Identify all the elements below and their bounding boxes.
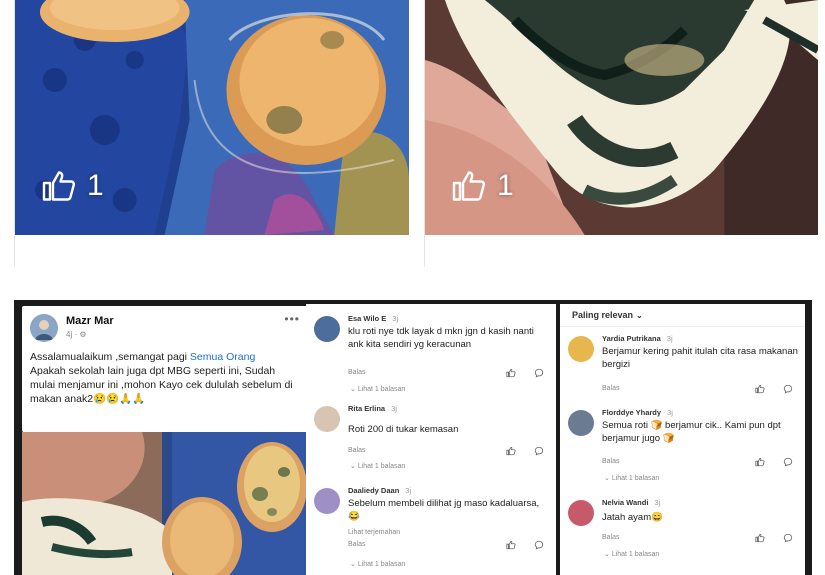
like-icon[interactable] <box>755 457 765 467</box>
comment-text: Berjamur kering pahit itulah cita rasa m… <box>602 346 798 370</box>
divider <box>560 326 805 327</box>
photo-card-right-footer <box>424 235 818 267</box>
comment-time: 3j <box>392 314 399 323</box>
sort-dropdown[interactable]: Paling relevan ⌄ <box>572 310 643 320</box>
comments-panel-relevant: Paling relevan ⌄ Yardia Putrikana 3j Berja… <box>560 304 805 575</box>
like-count: 1 <box>87 169 104 202</box>
post-text-line2: Apakah sekolah lain juga dpt MBG seperti… <box>30 365 293 405</box>
comment-author[interactable]: Rita Erlina 3j <box>348 404 397 413</box>
more-options-icon[interactable]: ••• <box>284 312 300 326</box>
reply-button[interactable]: Balas <box>602 458 620 465</box>
comment-author[interactable]: Nelvia Wandi 3j <box>602 498 660 507</box>
comment-time: 3j <box>654 498 661 507</box>
post-author[interactable]: Mazr Mar <box>66 315 114 327</box>
reply-button[interactable]: Balas <box>348 541 366 548</box>
comment-text: Sebelum membeli dilihat jg maso kadaluar… <box>348 498 540 522</box>
reply-button[interactable]: Balas <box>348 447 366 454</box>
like-icon[interactable] <box>755 533 765 543</box>
reply-button[interactable]: Balas <box>602 385 620 392</box>
photo-card-left-footer <box>14 235 409 267</box>
avatar[interactable] <box>30 314 58 342</box>
post-text-line1: Assalamualaikum ,semangat pagi <box>30 351 187 363</box>
comment-item: Yardia Putrikana 3j Berjamur kering pahit… <box>560 330 805 400</box>
like-icon[interactable] <box>755 384 765 394</box>
comment-item: Florddye Yhardy 3j Semua roti 🍞 berjamur … <box>560 404 805 486</box>
reply-button[interactable]: Balas <box>348 369 366 376</box>
like-icon[interactable] <box>506 446 516 456</box>
comment-author[interactable]: Esa Wilo E 3j <box>348 314 398 323</box>
view-replies-link[interactable]: ⌄ Lihat 1 balasan <box>604 550 659 558</box>
comment-item: Nelvia Wandi 3j Jatah ayam😄 Balas ⌄ Lihat… <box>560 494 805 575</box>
view-replies-link[interactable]: ⌄ Lihat 1 balasan <box>604 474 659 482</box>
chevron-down-icon: ⌄ <box>636 311 643 320</box>
post-card: Mazr Mar 4j · ⚙ ••• Assalamualaikum ,sem… <box>22 306 308 432</box>
like-icon[interactable] <box>506 368 516 378</box>
comment-time: 3j <box>666 334 673 343</box>
comments-panel: Esa Wilo E 3j klu roti nye tdk layak d mk… <box>306 304 556 575</box>
comment-icon[interactable] <box>783 384 793 394</box>
post-bread-photo <box>22 432 308 575</box>
avatar[interactable] <box>568 410 594 436</box>
avatar[interactable] <box>314 488 340 514</box>
comment-icon[interactable] <box>534 540 544 550</box>
comment-time: 3j <box>405 486 412 495</box>
comment-icon[interactable] <box>783 457 793 467</box>
view-replies-link[interactable]: ⌄ Lihat 1 balasan <box>350 462 405 470</box>
comment-item: Rita Erlina 3j Roti 200 di tukar kemasan … <box>306 402 556 480</box>
comment-icon[interactable] <box>783 533 793 543</box>
comment-author[interactable]: Florddye Yhardy 3j <box>602 408 673 417</box>
thumbs-up-icon <box>452 171 486 201</box>
comment-icon[interactable] <box>534 446 544 456</box>
comment-time: 3j <box>391 404 397 413</box>
avatar[interactable] <box>314 316 340 342</box>
comment-author[interactable]: Daaliedy Daan 3j <box>348 486 411 495</box>
mention-link[interactable]: Semua Orang <box>190 351 255 363</box>
view-replies-link[interactable]: ⌄ Lihat 1 balasan <box>350 385 405 393</box>
comment-text: Roti 200 di tukar kemasan <box>348 424 459 435</box>
avatar-image <box>30 314 58 342</box>
avatar[interactable] <box>314 406 340 432</box>
avatar[interactable] <box>568 500 594 526</box>
photo-card-left[interactable]: 1 <box>14 0 409 235</box>
comment-item: Daaliedy Daan 3j Sebelum membeli dilihat … <box>306 484 556 575</box>
comment-text: Semua roti 🍞 berjamur cik.. Kami pun dpt… <box>602 420 781 444</box>
like-icon[interactable] <box>506 540 516 550</box>
post-time: 4j · ⚙ <box>66 330 87 339</box>
like-badge-left[interactable]: 1 <box>41 168 104 204</box>
photo-card-right[interactable]: 1 <box>424 0 818 235</box>
view-replies-link[interactable]: ⌄ Lihat 1 balasan <box>350 560 405 568</box>
comment-text: klu roti nye tdk layak d mkn jgn d kasih… <box>348 326 534 350</box>
thumbs-up-icon <box>42 171 76 201</box>
reply-button[interactable]: Balas <box>602 534 620 541</box>
comment-icon[interactable] <box>534 368 544 378</box>
comment-item: Esa Wilo E 3j klu roti nye tdk layak d mk… <box>306 312 556 402</box>
screenshot-collage: Mazr Mar 4j · ⚙ ••• Assalamualaikum ,sem… <box>14 300 812 575</box>
like-count: 1 <box>497 169 514 202</box>
translate-link[interactable]: Lihat terjemahan <box>348 529 400 536</box>
like-badge-right[interactable]: 1 <box>451 168 514 204</box>
comment-author[interactable]: Yardia Putrikana 3j <box>602 334 673 343</box>
comment-text: Jatah ayam😄 <box>602 512 663 523</box>
comment-time: 3j <box>667 408 673 417</box>
post-text: Assalamualaikum ,semangat pagi Semua Ora… <box>30 350 302 406</box>
avatar[interactable] <box>568 336 594 362</box>
